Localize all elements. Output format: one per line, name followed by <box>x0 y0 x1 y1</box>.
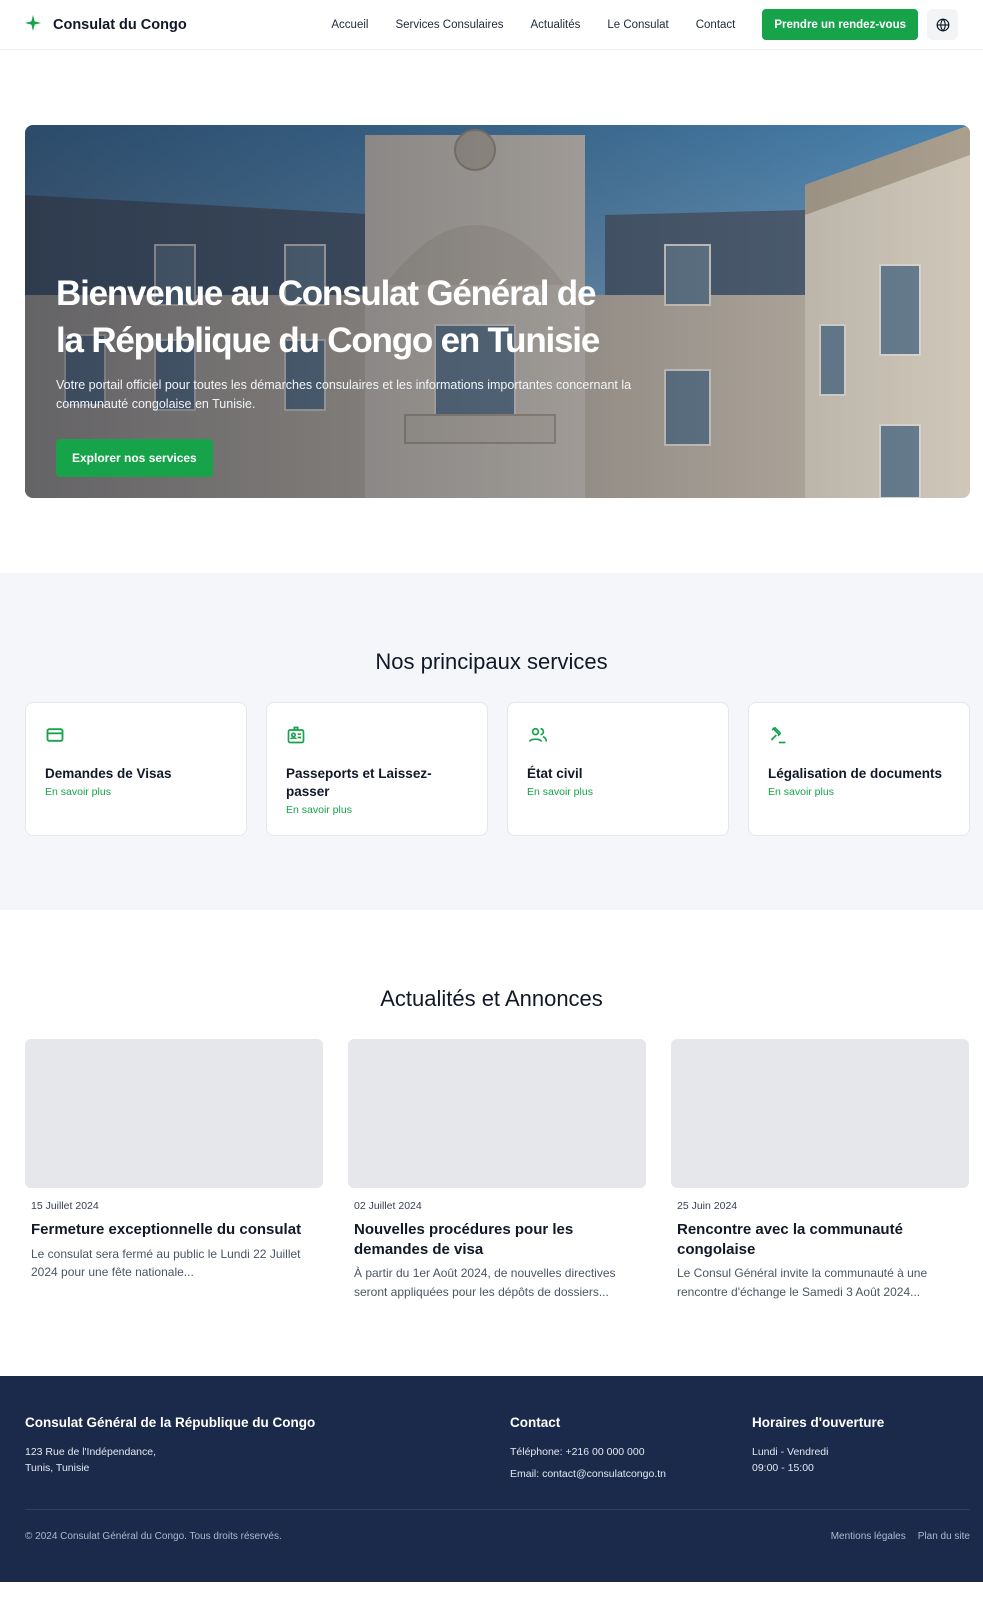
news-card[interactable]: 15 Juillet 2024 Fermeture exceptionnelle… <box>25 1039 323 1301</box>
footer-contact-title: Contact <box>510 1415 561 1430</box>
footer-email[interactable]: Email: contact@consulatcongo.tn <box>510 1467 666 1483</box>
service-card-visas[interactable]: Demandes de Visas En savoir plus <box>25 702 247 836</box>
services-section: Nos principaux services Demandes de Visa… <box>0 573 983 910</box>
service-card-passports[interactable]: Passeports et Laissez-passer En savoir p… <box>266 702 488 836</box>
news-excerpt: Le consulat sera fermé au public le Lund… <box>31 1246 301 1280</box>
news-excerpt: À partir du 1er Août 2024, de nouvelles … <box>354 1266 616 1299</box>
footer-divider <box>25 1509 970 1510</box>
news-image-placeholder <box>671 1039 969 1188</box>
news-excerpt: Le Consul Général invite la communauté à… <box>677 1266 928 1299</box>
nav-contact[interactable]: Contact <box>696 19 736 31</box>
appointment-button[interactable]: Prendre un rendez-vous <box>762 9 918 40</box>
news-headline[interactable]: Fermeture exceptionnelle du consulat <box>31 1220 317 1240</box>
main-nav: Accueil Services Consulaires Actualités … <box>331 9 958 40</box>
users-icon <box>527 725 709 745</box>
hero-content: Bienvenue au Consulat Général de la Répu… <box>56 270 676 477</box>
news-card[interactable]: 02 Juillet 2024 Nouvelles procédures pou… <box>348 1039 646 1301</box>
explore-services-button[interactable]: Explorer nos services <box>56 439 213 477</box>
service-card-etat-civil[interactable]: État civil En savoir plus <box>507 702 729 836</box>
news-grid: 15 Juillet 2024 Fermeture exceptionnelle… <box>25 1039 969 1301</box>
service-title: Légalisation de documents <box>768 766 943 781</box>
credit-card-icon <box>45 725 227 745</box>
footer-hours-title: Horaires d'ouverture <box>752 1415 885 1430</box>
sitemap-link[interactable]: Plan du site <box>918 1531 970 1542</box>
news-card[interactable]: 25 Juin 2024 Rencontre avec la communaut… <box>671 1039 969 1301</box>
nav-actualites[interactable]: Actualités <box>530 19 580 31</box>
footer-copyright: © 2024 Consulat Général du Congo. Tous d… <box>25 1531 282 1542</box>
footer-phone[interactable]: Téléphone: +216 00 000 000 <box>510 1445 666 1461</box>
nav-consulat[interactable]: Le Consulat <box>607 19 668 31</box>
learn-more-link[interactable]: En savoir plus <box>286 804 468 816</box>
service-card-legalisation[interactable]: Légalisation de documents En savoir plus <box>748 702 970 836</box>
hero-banner: Bienvenue au Consulat Général de la Répu… <box>25 125 970 498</box>
news-headline[interactable]: Rencontre avec la communauté congolaise <box>677 1220 963 1259</box>
news-title: Actualités et Annonces <box>380 986 603 1011</box>
site-header: Consulat du Congo Accueil Services Consu… <box>0 0 983 50</box>
news-image-placeholder <box>348 1039 646 1188</box>
footer-org: Consulat Général de la République du Con… <box>25 1415 315 1476</box>
news-date: 02 Juillet 2024 <box>354 1200 422 1212</box>
learn-more-link[interactable]: En savoir plus <box>768 786 950 798</box>
footer-hours: Horaires d'ouverture Lundi - Vendredi 09… <box>752 1415 884 1476</box>
service-title: État civil <box>527 766 583 781</box>
brand-name: Consulat du Congo <box>53 16 187 33</box>
service-title: Demandes de Visas <box>45 766 172 781</box>
star-icon <box>25 14 41 35</box>
footer-address-line: 123 Rue de l'Indépendance, <box>25 1446 157 1458</box>
news-image-placeholder <box>25 1039 323 1188</box>
site-footer: Consulat Général de la République du Con… <box>0 1376 983 1582</box>
footer-links: Mentions légales Plan du site <box>831 1531 970 1542</box>
brand[interactable]: Consulat du Congo <box>25 14 187 35</box>
news-date: 15 Juillet 2024 <box>31 1200 99 1212</box>
learn-more-link[interactable]: En savoir plus <box>527 786 709 798</box>
globe-icon <box>936 17 949 32</box>
footer-org-title: Consulat Général de la République du Con… <box>25 1415 316 1430</box>
footer-hours-days: Lundi - Vendredi <box>752 1446 829 1458</box>
services-title: Nos principaux services <box>375 649 608 674</box>
nav-accueil[interactable]: Accueil <box>331 19 368 31</box>
service-title: Passeports et Laissez-passer <box>286 766 432 799</box>
learn-more-link[interactable]: En savoir plus <box>45 786 227 798</box>
footer-contact: Contact Téléphone: +216 00 000 000 Email… <box>510 1415 666 1482</box>
footer-address-line: Tunis, Tunisie <box>25 1461 90 1474</box>
services-grid: Demandes de Visas En savoir plus Passepo… <box>25 702 970 836</box>
news-date: 25 Juin 2024 <box>677 1200 738 1212</box>
nav-services[interactable]: Services Consulaires <box>395 19 503 31</box>
legal-notice-link[interactable]: Mentions légales <box>831 1531 906 1542</box>
language-button[interactable] <box>927 9 958 40</box>
id-badge-icon <box>286 725 468 745</box>
gavel-icon <box>768 725 950 745</box>
footer-hours-time: 09:00 - 15:00 <box>752 1461 814 1474</box>
hero-title: Bienvenue au Consulat Général de la Répu… <box>56 274 600 360</box>
news-headline[interactable]: Nouvelles procédures pour les demandes d… <box>354 1220 640 1259</box>
hero-subtitle: Votre portail officiel pour toutes les d… <box>56 378 632 411</box>
